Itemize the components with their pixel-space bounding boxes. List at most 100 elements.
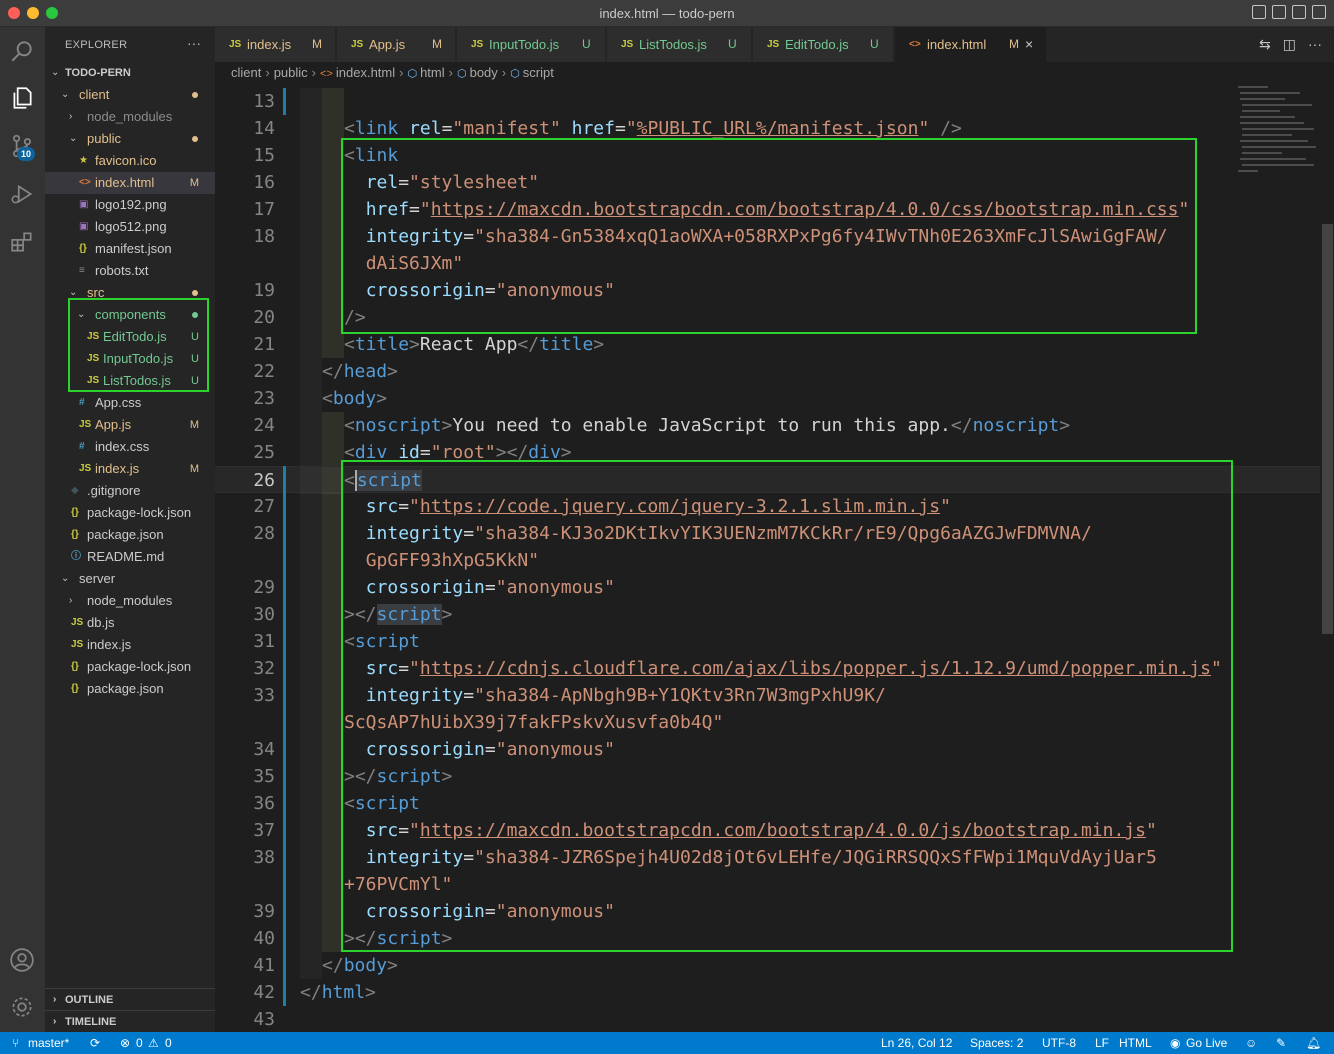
tree-item[interactable]: › node_modules bbox=[45, 106, 215, 128]
file-type-icon: {} bbox=[71, 661, 79, 672]
tree-item[interactable]: {} package.json bbox=[45, 524, 215, 546]
tree-item[interactable]: ▣ logo512.png bbox=[45, 216, 215, 238]
toggle-secondary-sidebar-icon[interactable] bbox=[1292, 5, 1306, 19]
tab-label: App.js bbox=[369, 37, 406, 52]
code-token: body bbox=[332, 388, 377, 409]
line-number: 21 bbox=[253, 334, 275, 355]
indent-guide bbox=[300, 142, 322, 169]
tree-item[interactable]: JS index.js bbox=[45, 634, 215, 656]
tree-item-label: .gitignore bbox=[87, 483, 141, 498]
element-icon: ⬡ bbox=[407, 68, 418, 80]
breadcrumb-item[interactable]: script bbox=[523, 65, 554, 80]
breadcrumb-item[interactable]: index.html bbox=[336, 65, 395, 80]
accounts-icon[interactable] bbox=[8, 946, 36, 974]
editor-tab[interactable]: JS EditTodo.js U bbox=[753, 27, 894, 62]
feedback-icon[interactable]: ✎ bbox=[1276, 1032, 1286, 1054]
tree-item[interactable]: # index.css bbox=[45, 436, 215, 458]
minimap[interactable] bbox=[1228, 84, 1320, 184]
tree-item[interactable]: ⌄ server bbox=[45, 568, 215, 590]
encoding[interactable]: UTF-8 bbox=[1042, 1032, 1076, 1054]
warning-count[interactable]: 0 bbox=[165, 1032, 172, 1054]
code-token: html bbox=[321, 982, 366, 1003]
tree-item[interactable]: {} manifest.json bbox=[45, 238, 215, 260]
indent-guide bbox=[300, 601, 322, 628]
breadcrumb-item[interactable]: body bbox=[470, 65, 498, 80]
tree-item[interactable]: JS db.js bbox=[45, 612, 215, 634]
toggle-sidebar-icon[interactable] bbox=[1252, 5, 1266, 19]
code-token: noscript bbox=[972, 415, 1060, 436]
editor-tab[interactable]: JS InputTodo.js U bbox=[457, 27, 606, 62]
branch-indicator[interactable]: master* bbox=[28, 1032, 69, 1054]
end-of-line[interactable]: LF bbox=[1095, 1032, 1109, 1054]
tree-item[interactable]: ▣ logo192.png bbox=[45, 194, 215, 216]
search-icon[interactable] bbox=[8, 37, 36, 65]
notifications-bell-icon[interactable]: 🔔︎ bbox=[1306, 1032, 1321, 1054]
copilot-icon[interactable]: ☺ bbox=[1245, 1032, 1257, 1054]
manage-gear-icon[interactable] bbox=[8, 993, 36, 1021]
line-number: 39 bbox=[253, 901, 275, 922]
run-debug-icon[interactable] bbox=[8, 180, 36, 208]
code-token: </ bbox=[322, 361, 344, 382]
editor-tab[interactable]: JS ListTodos.js U bbox=[607, 27, 752, 62]
sync-icon[interactable]: ⟳ bbox=[90, 1032, 100, 1054]
customize-layout-icon[interactable] bbox=[1312, 5, 1326, 19]
open-changes-icon[interactable]: ⇆ bbox=[1259, 36, 1271, 53]
indent-guide bbox=[300, 169, 322, 196]
breadcrumb-item[interactable]: public bbox=[274, 65, 308, 80]
editor-tab[interactable]: <> index.html M × bbox=[895, 27, 1047, 62]
tree-item[interactable]: ≡ robots.txt bbox=[45, 260, 215, 282]
line-number: 20 bbox=[253, 307, 275, 328]
gutter-change-marker bbox=[283, 88, 286, 115]
toggle-panel-icon[interactable] bbox=[1272, 5, 1286, 19]
tree-item[interactable]: ★ favicon.ico bbox=[45, 150, 215, 172]
cursor-position[interactable]: Ln 26, Col 12 bbox=[881, 1032, 952, 1054]
timeline-section[interactable]: › TIMELINE bbox=[45, 1010, 215, 1032]
explorer-icon[interactable] bbox=[8, 84, 36, 112]
code-line: 21 <title>React App</title> bbox=[215, 331, 1320, 358]
code-line: 22 </head> bbox=[215, 358, 1320, 385]
breadcrumb-item[interactable]: client bbox=[231, 65, 261, 80]
indent-guide bbox=[300, 196, 322, 223]
editor-scrollbar[interactable] bbox=[1320, 84, 1334, 1032]
code-token: </ bbox=[322, 955, 344, 976]
tree-item[interactable]: JS index.js M bbox=[45, 458, 215, 480]
indent-guide bbox=[300, 574, 322, 601]
line-number: 24 bbox=[253, 415, 275, 436]
tree-item[interactable]: {} package-lock.json bbox=[45, 502, 215, 524]
code-line: 43 bbox=[215, 1006, 1320, 1032]
tree-item[interactable]: {} package.json bbox=[45, 678, 215, 700]
code-line: 41 </body> bbox=[215, 952, 1320, 979]
code-token: > bbox=[1059, 415, 1071, 436]
tree-item[interactable]: › node_modules bbox=[45, 590, 215, 612]
file-type-icon: {} bbox=[71, 529, 79, 540]
editor-tab[interactable]: JS index.js M bbox=[215, 27, 336, 62]
tree-item[interactable]: JS App.js M bbox=[45, 414, 215, 436]
split-editor-icon[interactable]: ◫ bbox=[1283, 36, 1296, 53]
tree-item[interactable]: {} package-lock.json bbox=[45, 656, 215, 678]
error-count[interactable]: 0 bbox=[136, 1032, 143, 1054]
editor-tab[interactable]: JS App.js M bbox=[337, 27, 456, 62]
indentation[interactable]: Spaces: 2 bbox=[970, 1032, 1023, 1054]
tree-item[interactable]: ⌄ public bbox=[45, 128, 215, 150]
tree-item[interactable]: # App.css bbox=[45, 392, 215, 414]
tree-item[interactable]: ⓘ README.md bbox=[45, 546, 215, 568]
close-tab-icon[interactable]: × bbox=[1025, 27, 1033, 62]
tree-item[interactable]: ⌄ client bbox=[45, 84, 215, 106]
extensions-icon[interactable] bbox=[8, 228, 36, 256]
indent-guide bbox=[300, 223, 322, 250]
highlight-box-stylesheet-link bbox=[341, 138, 1197, 334]
tree-item[interactable]: ◆ .gitignore bbox=[45, 480, 215, 502]
go-live-button[interactable]: Go Live bbox=[1186, 1032, 1227, 1054]
code-editor[interactable]: 13 14 <link rel="manifest" href="%PUBLIC_U… bbox=[215, 84, 1320, 1032]
outline-section[interactable]: › OUTLINE bbox=[45, 988, 215, 1010]
workspace-root[interactable]: ⌄ TODO-PERN bbox=[45, 62, 215, 84]
gutter-change-marker bbox=[283, 466, 286, 1006]
timeline-label: TIMELINE bbox=[65, 1016, 117, 1028]
more-actions-icon[interactable]: ··· bbox=[1308, 36, 1322, 53]
breadcrumb-item[interactable]: html bbox=[420, 65, 445, 80]
explorer-more-actions-icon[interactable]: ··· bbox=[187, 35, 201, 51]
language-mode[interactable]: HTML bbox=[1119, 1032, 1152, 1054]
code-token: > bbox=[376, 388, 388, 409]
scrollbar-thumb[interactable] bbox=[1322, 224, 1333, 634]
tree-item[interactable]: <> index.html M bbox=[45, 172, 215, 194]
